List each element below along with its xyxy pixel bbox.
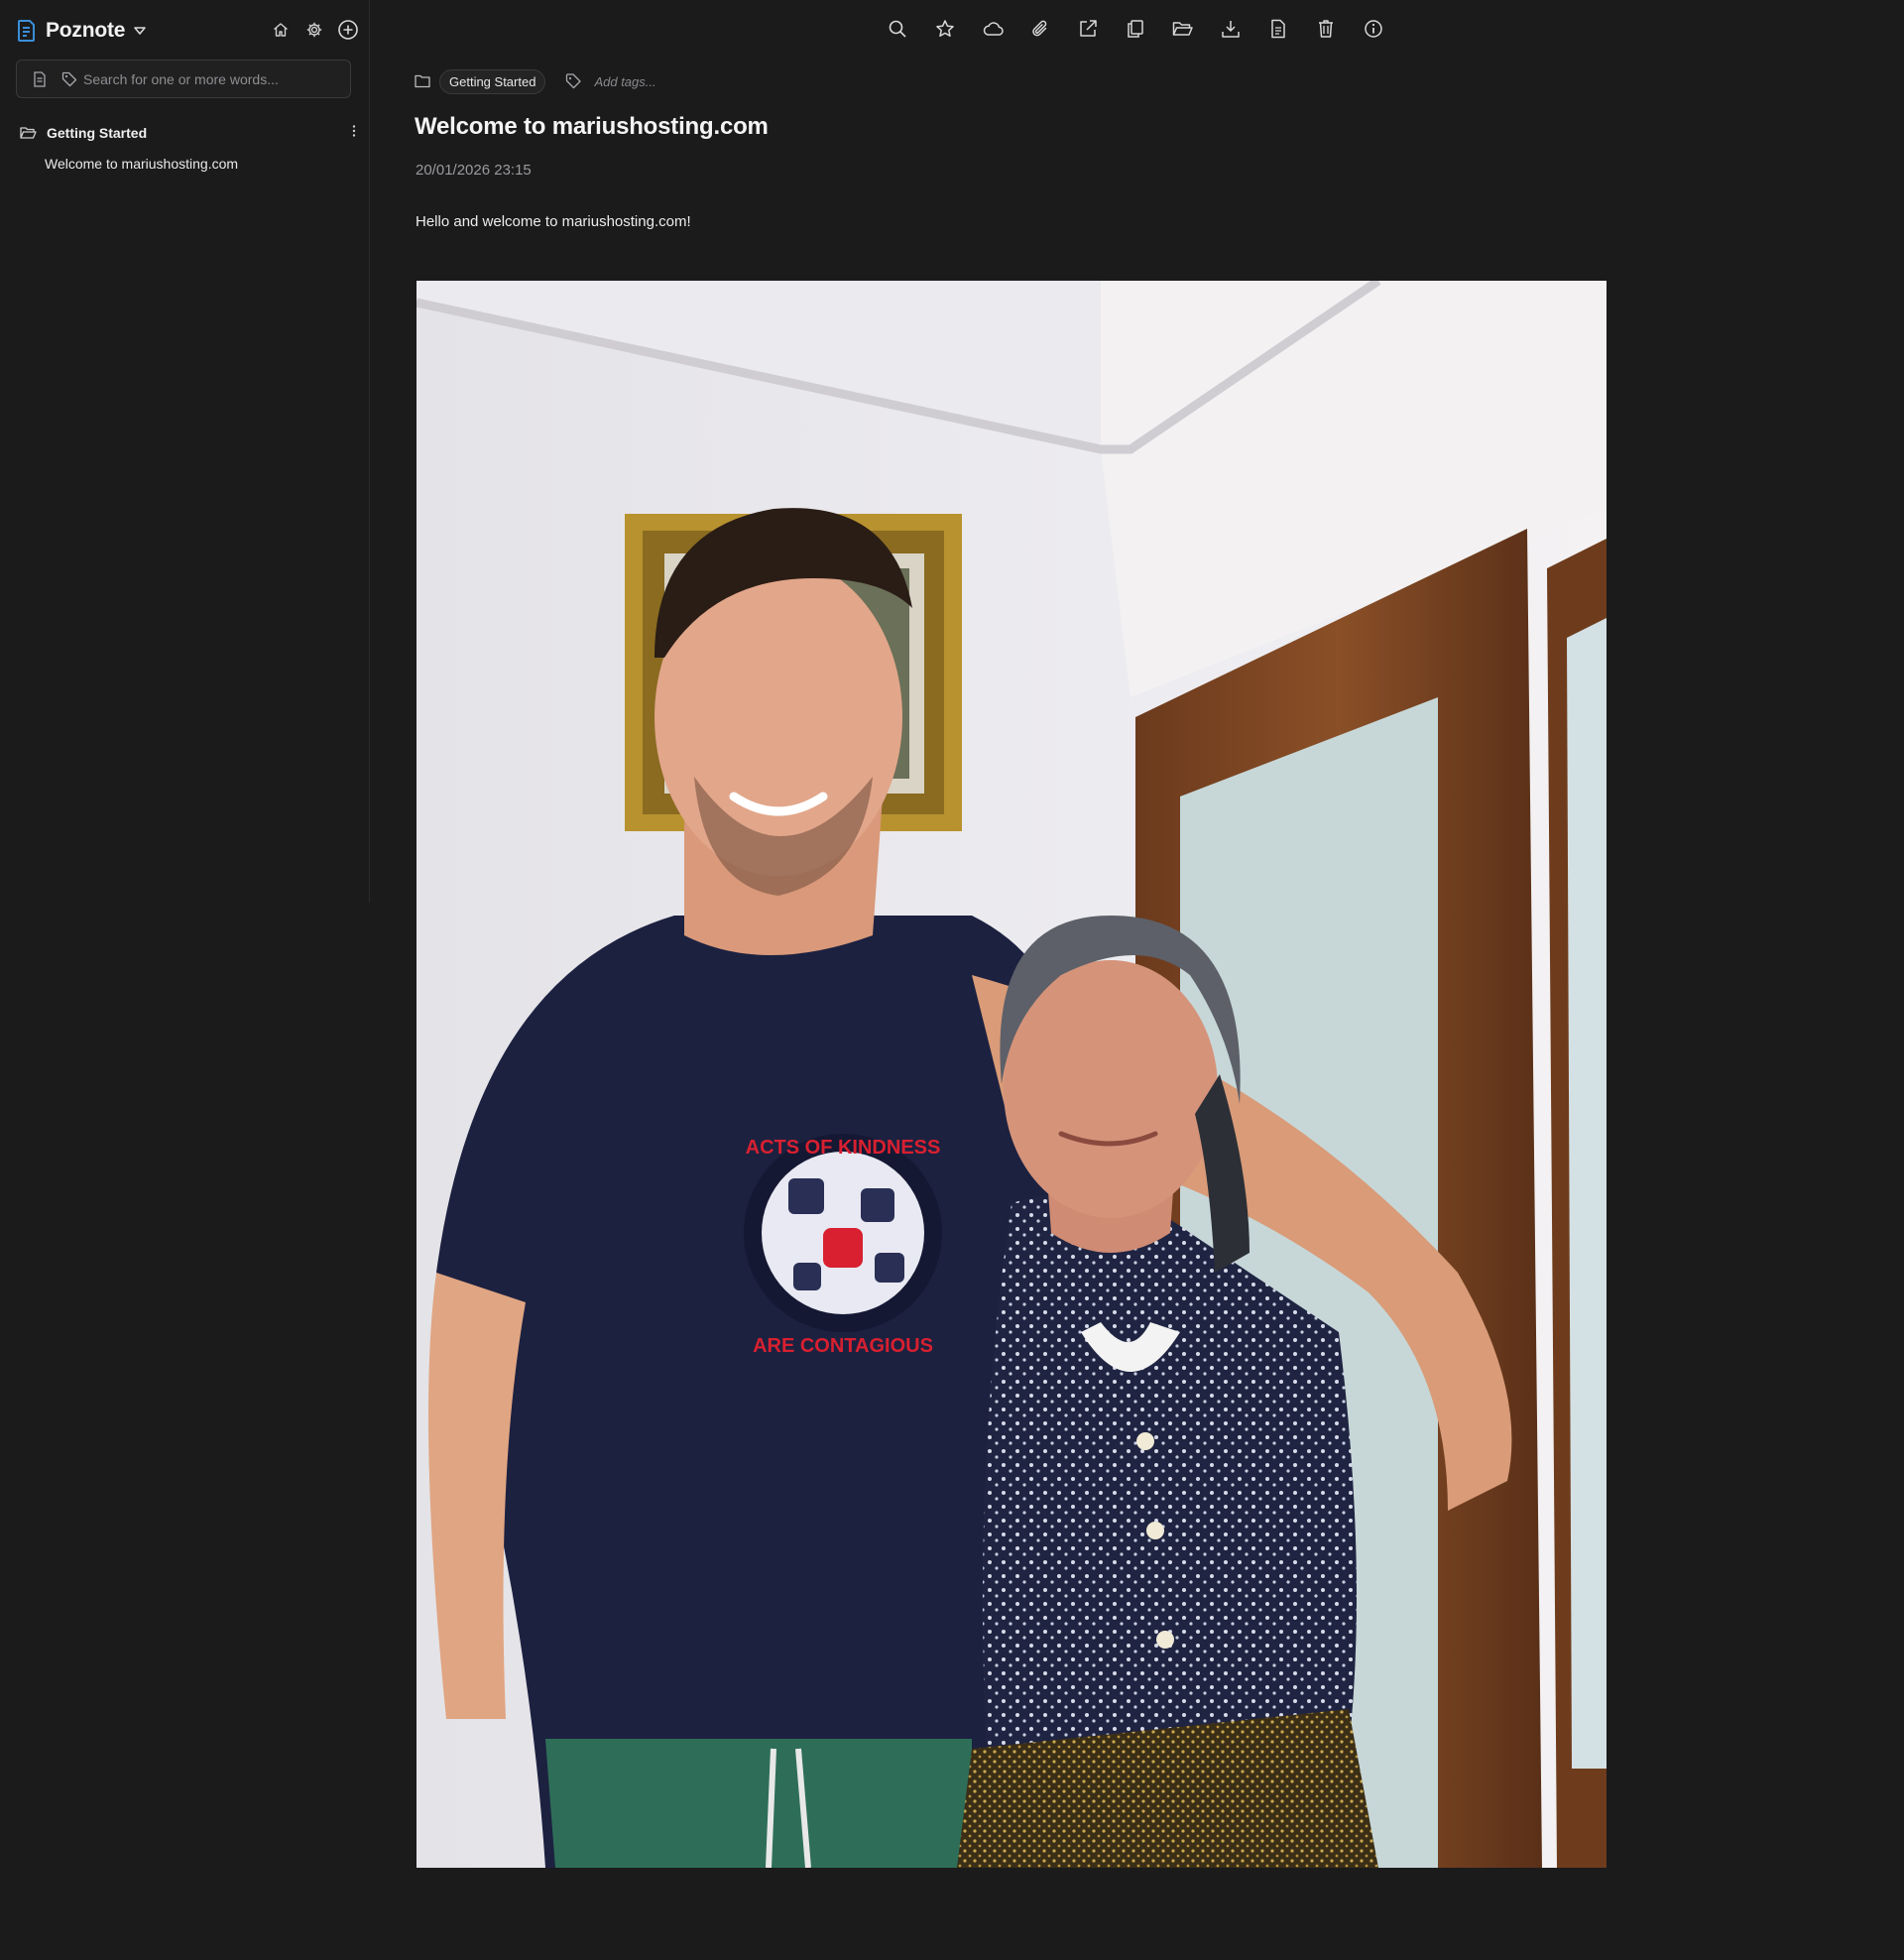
folder-name: Getting Started bbox=[47, 125, 148, 141]
duplicate-icon[interactable] bbox=[1124, 16, 1147, 42]
search-box bbox=[16, 60, 351, 98]
note-title[interactable]: Welcome to mariushosting.com bbox=[415, 113, 769, 141]
star-icon[interactable] bbox=[933, 16, 957, 42]
shirt-text-bottom: ARE CONTAGIOUS bbox=[753, 1335, 933, 1357]
search-icon[interactable] bbox=[886, 16, 909, 42]
add-tags-input[interactable]: Add tags... bbox=[594, 74, 655, 89]
home-icon[interactable] bbox=[270, 18, 292, 42]
shirt-text-top: ACTS OF KINDNESS bbox=[746, 1137, 941, 1159]
download-icon[interactable] bbox=[1219, 16, 1243, 42]
trash-icon[interactable] bbox=[1314, 16, 1338, 42]
note-image: ACTS OF KINDNESS ARE CONTAGIOUS bbox=[416, 281, 1606, 1868]
note-toolbar bbox=[886, 16, 1385, 42]
folder-item-getting-started[interactable]: Getting Started bbox=[20, 121, 357, 145]
sidebar-actions bbox=[270, 18, 359, 42]
folder-chip[interactable]: Getting Started bbox=[439, 68, 546, 94]
chevron-down-icon[interactable] bbox=[133, 25, 147, 37]
tag-filter-icon[interactable] bbox=[61, 71, 77, 87]
tag-icon bbox=[565, 73, 582, 89]
file-icon[interactable] bbox=[1266, 16, 1290, 42]
info-icon[interactable] bbox=[1362, 16, 1385, 42]
sidebar: Poznote Search for one or more words... … bbox=[0, 0, 370, 903]
folder-open-icon[interactable] bbox=[1171, 16, 1195, 42]
note-meta: Getting Started Add tags... bbox=[415, 68, 656, 94]
app-window: Poznote Search for one or more words... … bbox=[0, 0, 1904, 1960]
app-name: Poznote bbox=[46, 19, 126, 42]
folder-open-icon bbox=[20, 126, 37, 140]
folder-icon bbox=[415, 74, 430, 88]
gear-icon[interactable] bbox=[303, 18, 325, 42]
search-input[interactable] bbox=[83, 70, 311, 87]
note-filter-icon[interactable] bbox=[33, 70, 47, 87]
cloud-icon[interactable] bbox=[981, 16, 1005, 42]
kebab-menu-icon[interactable] bbox=[351, 123, 357, 144]
note-list-item[interactable]: Welcome to mariushosting.com bbox=[45, 156, 238, 172]
note-date: 20/01/2026 23:15 bbox=[416, 162, 532, 179]
note-body-text[interactable]: Hello and welcome to mariushosting.com! bbox=[416, 213, 691, 230]
paperclip-icon[interactable] bbox=[1028, 16, 1052, 42]
brand-row: Poznote bbox=[17, 16, 359, 46]
add-note-icon[interactable] bbox=[337, 18, 359, 42]
poznote-logo-icon bbox=[17, 19, 37, 43]
external-link-icon[interactable] bbox=[1076, 16, 1100, 42]
